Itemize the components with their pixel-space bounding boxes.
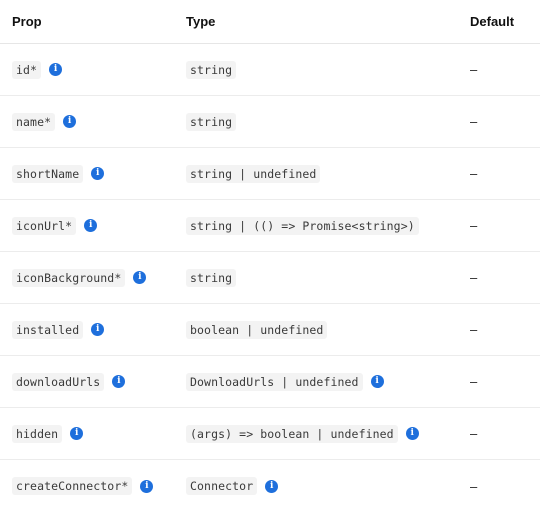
info-icon[interactable]: i (133, 271, 147, 284)
default-cell: – (458, 218, 540, 233)
default-cell: – (458, 270, 540, 285)
column-header-default: Default (470, 14, 515, 29)
default-value: – (470, 270, 478, 285)
type-cell: (args) => boolean | undefined i (174, 424, 458, 443)
type-value: string | undefined (186, 164, 321, 183)
info-icon[interactable]: i (91, 167, 105, 180)
default-value: – (470, 166, 478, 181)
type-info-icon[interactable]: i (405, 427, 419, 440)
type-cell: boolean | undefined (174, 320, 458, 339)
table-body: id* i string – name* i string – shortName i string… (0, 44, 540, 512)
table-row: shortName i string | undefined – (0, 148, 540, 200)
prop-name: id* (12, 60, 42, 79)
type-info-icon[interactable]: i (265, 479, 279, 493)
type-cell: string | undefined (174, 164, 458, 183)
type-value: boolean | undefined (186, 320, 328, 339)
column-header-type: Type (186, 14, 216, 29)
type-cell: string (174, 268, 458, 287)
type-value: DownloadUrls | undefined (186, 372, 363, 391)
table-row: downloadUrls i DownloadUrls | undefined i – (0, 356, 540, 408)
prop-name: name* (12, 112, 56, 131)
info-icon[interactable]: i (70, 427, 84, 440)
default-cell: – (458, 166, 540, 181)
table-header: Prop Type Default (0, 0, 540, 44)
prop-cell: installed i (0, 320, 174, 339)
type-cell: DownloadUrls | undefined i (174, 372, 458, 391)
default-cell: – (458, 426, 540, 441)
type-value: (args) => boolean | undefined (186, 424, 398, 443)
table-row: hidden i (args) => boolean | undefined i – (0, 408, 540, 460)
type-cell: string (174, 60, 458, 79)
default-value: – (470, 426, 478, 441)
info-icon[interactable]: i (84, 219, 98, 232)
default-cell: – (458, 374, 540, 389)
prop-cell: downloadUrls i (0, 372, 174, 391)
prop-name: shortName (12, 164, 84, 183)
prop-name: createConnector* (12, 477, 133, 495)
table-row: iconBackground* i string – (0, 252, 540, 304)
table-row: id* i string – (0, 44, 540, 96)
prop-cell: name* i (0, 112, 174, 131)
type-value: string | (() => Promise<string>) (186, 216, 419, 235)
type-value: string (186, 268, 237, 287)
prop-name: hidden (12, 424, 63, 443)
table-row: createConnector* i Connector i – (0, 460, 540, 512)
info-icon[interactable]: i (49, 63, 63, 76)
table-row: installed i boolean | undefined – (0, 304, 540, 356)
info-icon[interactable]: i (112, 375, 126, 388)
info-icon[interactable]: i (140, 479, 154, 493)
table-row: name* i string – (0, 96, 540, 148)
type-value: string (186, 112, 237, 131)
prop-name: iconBackground* (12, 268, 126, 287)
default-value: – (470, 62, 478, 77)
prop-cell: shortName i (0, 164, 174, 183)
prop-cell: iconBackground* i (0, 268, 174, 287)
prop-cell: iconUrl* i (0, 216, 174, 235)
type-value: string (186, 60, 237, 79)
info-icon[interactable]: i (91, 323, 105, 336)
column-header-prop: Prop (12, 14, 42, 29)
default-value: – (470, 322, 478, 337)
prop-name: downloadUrls (12, 372, 105, 391)
info-icon[interactable]: i (63, 115, 77, 128)
prop-name: iconUrl* (12, 216, 77, 235)
type-cell: string (174, 112, 458, 131)
prop-cell: hidden i (0, 424, 174, 443)
type-cell: string | (() => Promise<string>) (174, 216, 458, 235)
default-value: – (470, 114, 478, 129)
default-cell: – (458, 114, 540, 129)
type-info-icon[interactable]: i (370, 375, 384, 388)
type-cell: Connector i (174, 477, 458, 495)
default-cell: – (458, 479, 540, 494)
props-table: Prop Type Default id* i string – name* i strin… (0, 0, 540, 512)
prop-name: installed (12, 320, 84, 339)
prop-cell: createConnector* i (0, 477, 174, 495)
type-value: Connector (186, 477, 258, 495)
default-cell: – (458, 322, 540, 337)
default-value: – (470, 374, 478, 389)
default-value: – (470, 218, 478, 233)
table-row: iconUrl* i string | (() => Promise<string>… (0, 200, 540, 252)
default-value: – (470, 478, 478, 494)
default-cell: – (458, 62, 540, 77)
prop-cell: id* i (0, 60, 174, 79)
